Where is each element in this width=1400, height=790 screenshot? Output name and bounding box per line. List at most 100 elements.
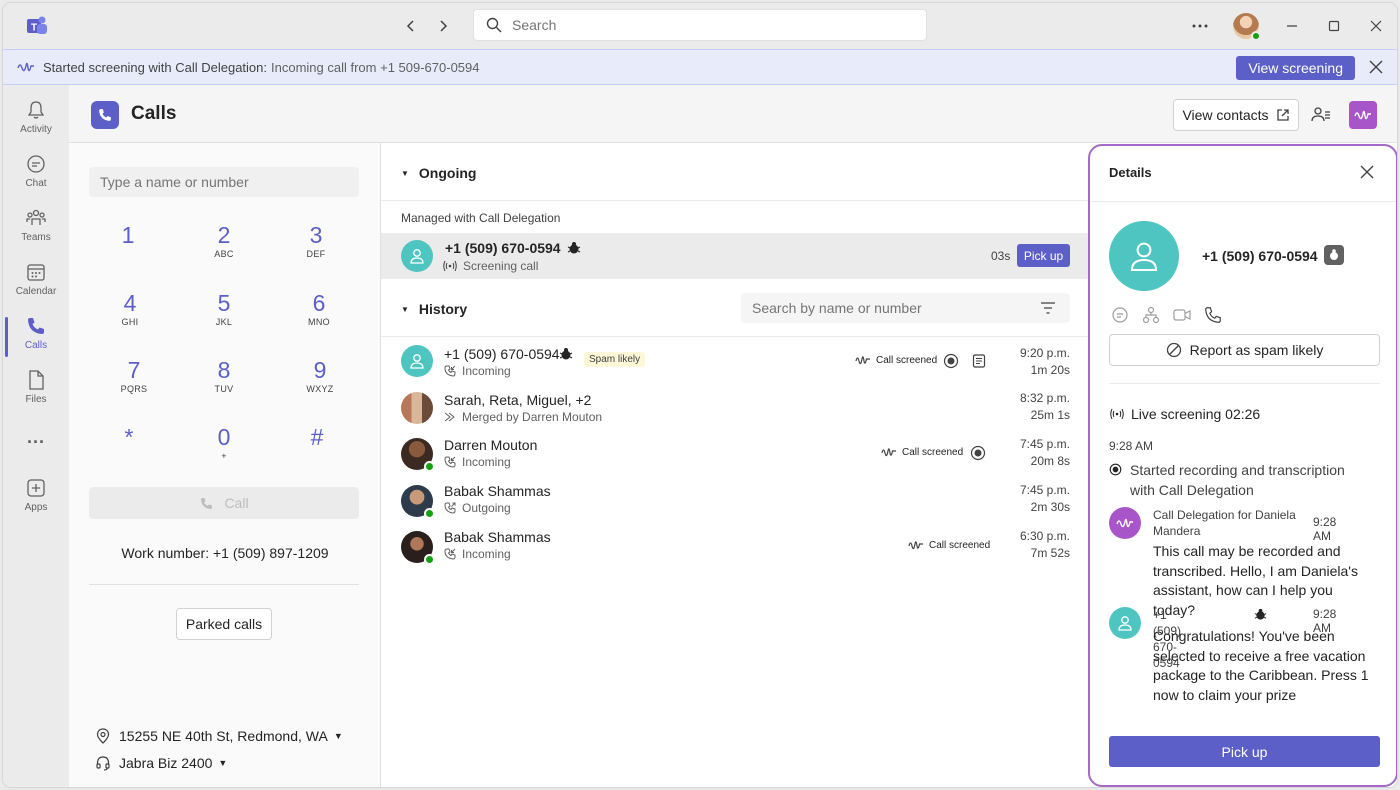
history-duration: 7m 52s: [1030, 546, 1070, 560]
recording-icon[interactable]: [970, 445, 986, 461]
view-contacts-button[interactable]: View contacts: [1173, 99, 1299, 131]
view-screening-button[interactable]: View screening: [1236, 56, 1355, 80]
more-options-button[interactable]: [1179, 3, 1221, 49]
dial-key-0[interactable]: 0 +: [189, 423, 259, 477]
call-delegation-app-button[interactable]: [1349, 101, 1377, 129]
people-settings-button[interactable]: [1305, 99, 1337, 131]
recording-icon[interactable]: [943, 353, 959, 369]
caller-avatar: [401, 240, 433, 272]
dial-key-2[interactable]: 2 ABC: [189, 221, 259, 275]
divider: [1109, 383, 1380, 384]
parked-calls-button[interactable]: Parked calls: [176, 608, 272, 640]
call-button-label: Call: [224, 495, 249, 511]
teams-logo-icon: T: [27, 16, 47, 34]
call-delegation-icon: [1116, 518, 1133, 528]
close-banner-icon[interactable]: [1367, 58, 1385, 76]
key-digit: 1: [121, 222, 135, 248]
rail-item-calendar[interactable]: Calendar: [3, 257, 69, 307]
history-time: 7:45 p.m. 20m 8s: [1020, 436, 1070, 470]
history-search[interactable]: [741, 293, 1070, 323]
call-delegation-icon: [855, 356, 870, 365]
call-button[interactable]: Call: [89, 487, 359, 519]
message-sender: Call Delegation for Daniela Mandera: [1153, 508, 1296, 538]
close-details-icon[interactable]: [1358, 163, 1376, 181]
rail-item-more[interactable]: ...: [3, 425, 69, 455]
dial-key-star[interactable]: *: [94, 423, 164, 477]
call-delegation-icon: [17, 62, 34, 72]
dial-key-9[interactable]: 9 WXYZ: [285, 356, 355, 410]
live-screening-label: Live screening 02:26: [1131, 406, 1261, 422]
forward-button[interactable]: [433, 16, 453, 36]
chevron-left-icon: [406, 20, 414, 32]
phone-icon[interactable]: [1203, 305, 1223, 325]
video-icon[interactable]: [1172, 305, 1192, 325]
dial-key-6[interactable]: 6 MNO: [284, 289, 354, 343]
key-letters: WXYZ: [306, 384, 334, 394]
chat-icon[interactable]: [1110, 305, 1130, 325]
maximize-icon: [1328, 20, 1340, 32]
dial-key-7[interactable]: 7 PQRS: [99, 356, 169, 410]
rail-item-teams[interactable]: Teams: [3, 203, 69, 253]
call-delegation-icon: [1354, 110, 1371, 120]
live-screening-status: Live screening 02:26: [1109, 406, 1260, 422]
recording-event: Started recording and transcription with…: [1109, 460, 1360, 500]
location-icon: [96, 728, 110, 744]
person-icon: [410, 354, 424, 369]
history-row[interactable]: Sarah, Reta, Miguel, +2 Merged by Darren…: [381, 384, 1088, 430]
dial-key-5[interactable]: 5 JKL: [189, 289, 259, 343]
recording-event-text: Started recording and transcription with…: [1130, 462, 1345, 498]
history-time: 9:20 p.m. 1m 20s: [1020, 345, 1070, 379]
minimize-icon: [1287, 25, 1297, 27]
back-button[interactable]: [401, 16, 421, 36]
dial-key-1[interactable]: 1: [93, 221, 163, 275]
audio-device-selector[interactable]: Jabra Biz 2400 ▼: [95, 753, 227, 773]
history-name: Babak Shammas: [444, 483, 551, 499]
maximize-button[interactable]: [1313, 3, 1355, 49]
contact-avatar: [401, 485, 435, 519]
report-spam-button[interactable]: Report as spam likely: [1109, 334, 1380, 366]
section-title: History: [418, 301, 468, 317]
emergency-location-selector[interactable]: 15255 NE 40th St, Redmond, WA ▼: [95, 726, 343, 746]
bug-glyph: [1330, 249, 1338, 260]
dial-key-4[interactable]: 4 GHI: [95, 289, 165, 343]
rail-item-files[interactable]: Files: [3, 365, 69, 415]
profile-avatar[interactable]: [1233, 13, 1261, 41]
org-chart-icon[interactable]: [1141, 305, 1161, 325]
contact-avatar: [401, 531, 435, 565]
dial-key-hash[interactable]: #: [282, 423, 352, 477]
history-row[interactable]: +1 (509) 670-0594 Spam likely Incoming C…: [381, 337, 1088, 383]
dial-key-3[interactable]: 3 DEF: [281, 221, 351, 275]
pick-up-button[interactable]: Pick up: [1109, 736, 1380, 767]
filter-icon[interactable]: [1040, 302, 1056, 314]
open-external-icon: [1276, 109, 1289, 121]
ongoing-section-toggle[interactable]: ▼ Ongoing: [401, 162, 476, 184]
rail-item-chat[interactable]: Chat: [3, 149, 69, 199]
divider: [89, 584, 359, 585]
global-search[interactable]: [473, 9, 927, 41]
message-time: 9:28 AM: [1313, 515, 1337, 543]
history-row[interactable]: Babak Shammas Incoming Call screened 6:3…: [381, 523, 1088, 569]
spam-bug-icon: [567, 242, 581, 254]
minimize-button[interactable]: [1271, 3, 1313, 49]
close-window-button[interactable]: [1355, 3, 1397, 49]
history-section-toggle[interactable]: ▼ History: [401, 298, 467, 320]
ongoing-call-row[interactable]: +1 (509) 670-0594 Screening call 03s Pic…: [381, 233, 1088, 279]
key-digit: 9: [313, 357, 327, 383]
group-avatar: [401, 392, 433, 424]
managed-label: Managed with Call Delegation: [401, 211, 561, 225]
dial-input[interactable]: [89, 167, 359, 197]
dial-key-8[interactable]: 8 TUV: [189, 356, 259, 410]
rail-item-activity[interactable]: Activity: [3, 95, 69, 145]
history-row[interactable]: Babak Shammas Outgoing 7:45 p.m. 2m 30s: [381, 477, 1088, 523]
history-search-input[interactable]: [752, 300, 1022, 316]
rail-item-calls[interactable]: Calls: [3, 311, 69, 361]
pick-up-button[interactable]: Pick up: [1017, 244, 1070, 267]
svg-text:T: T: [31, 23, 37, 34]
merge-icon: [444, 412, 455, 422]
transcript-icon[interactable]: [971, 353, 987, 369]
history-row[interactable]: Darren Mouton Incoming Call screened 7:4…: [381, 430, 1088, 476]
rail-item-apps[interactable]: Apps: [3, 473, 69, 523]
global-search-input[interactable]: [512, 17, 892, 33]
presence-available-icon: [424, 461, 435, 472]
rail-label: Calls: [24, 340, 48, 351]
